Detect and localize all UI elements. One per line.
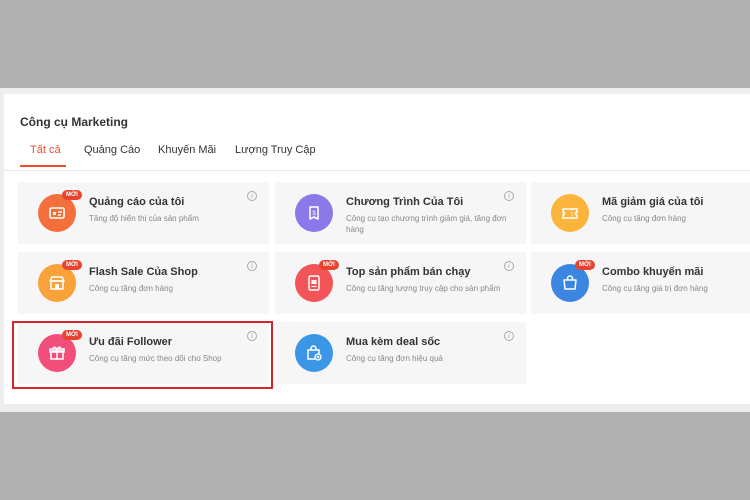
info-icon[interactable]: i [504,191,514,201]
tab-ads[interactable]: Quảng Cáo [84,144,140,156]
tool-description: Tăng độ hiển thị của sản phẩm [89,214,199,223]
tool-description: Công cụ tăng giá trị đơn hàng [602,284,708,293]
tool-combo[interactable]: MỚI Combo khuyến mãi Công cụ tăng giá tr… [531,252,750,314]
tool-name: Mua kèm deal sốc [346,336,441,348]
tool-name: Mã giảm giá của tôi [602,196,704,208]
tool-name: Top sản phẩm bán chạy [346,266,471,278]
voucher-icon [551,194,589,232]
info-icon[interactable]: i [247,191,257,201]
new-badge: MỚI [62,260,82,270]
tool-my-program[interactable]: $ Chương Trình Của Tôi Công cụ tạo chươn… [275,182,526,244]
tool-description: Công cụ tăng lượng truy cập cho sản phẩm [346,284,501,293]
tool-description: Công cụ tăng đơn hiệu quả [346,354,443,363]
svg-text:$: $ [312,211,316,217]
active-tab-indicator [20,165,66,167]
highlight-box [12,321,273,389]
tool-flash-sale[interactable]: MỚI Flash Sale Của Shop Công cụ tăng đơn… [18,252,269,314]
info-icon[interactable]: i [247,261,257,271]
tool-my-ads[interactable]: MỚI Quảng cáo của tôi Tăng độ hiển thị c… [18,182,269,244]
tab-all[interactable]: Tất cả [30,144,61,156]
tool-name: Quảng cáo của tôi [89,196,185,208]
program-icon: $ [295,194,333,232]
section-title: Công cụ Marketing [20,115,129,129]
tool-description: Công cụ tăng đơn hàng [602,214,686,223]
bag-plus-icon [295,334,333,372]
tool-name: Combo khuyến mãi [602,266,704,278]
tool-bundle-deal[interactable]: Mua kèm deal sốc Công cụ tăng đơn hiệu q… [275,322,526,384]
tool-top-products[interactable]: MỚI Top sản phẩm bán chạy Công cụ tăng l… [275,252,526,314]
tab-divider [4,170,750,171]
tool-description: Công cụ tạo chương trình giảm giá, tăng … [346,214,507,234]
info-icon[interactable]: i [504,331,514,341]
new-badge: MỚI [62,190,82,200]
tab-traffic[interactable]: Lượng Truy Cập [235,144,316,156]
tab-promotions[interactable]: Khuyến Mãi [158,144,216,156]
new-badge: MỚI [575,260,595,270]
new-badge: MỚI [319,260,339,270]
tool-description: Công cụ tăng đơn hàng [89,284,173,293]
info-icon[interactable]: i [504,261,514,271]
tool-name: Chương Trình Của Tôi [346,196,464,208]
tool-name: Flash Sale Của Shop [89,266,198,278]
tool-my-voucher[interactable]: Mã giảm giá của tôi Công cụ tăng đơn hàn… [531,182,750,244]
